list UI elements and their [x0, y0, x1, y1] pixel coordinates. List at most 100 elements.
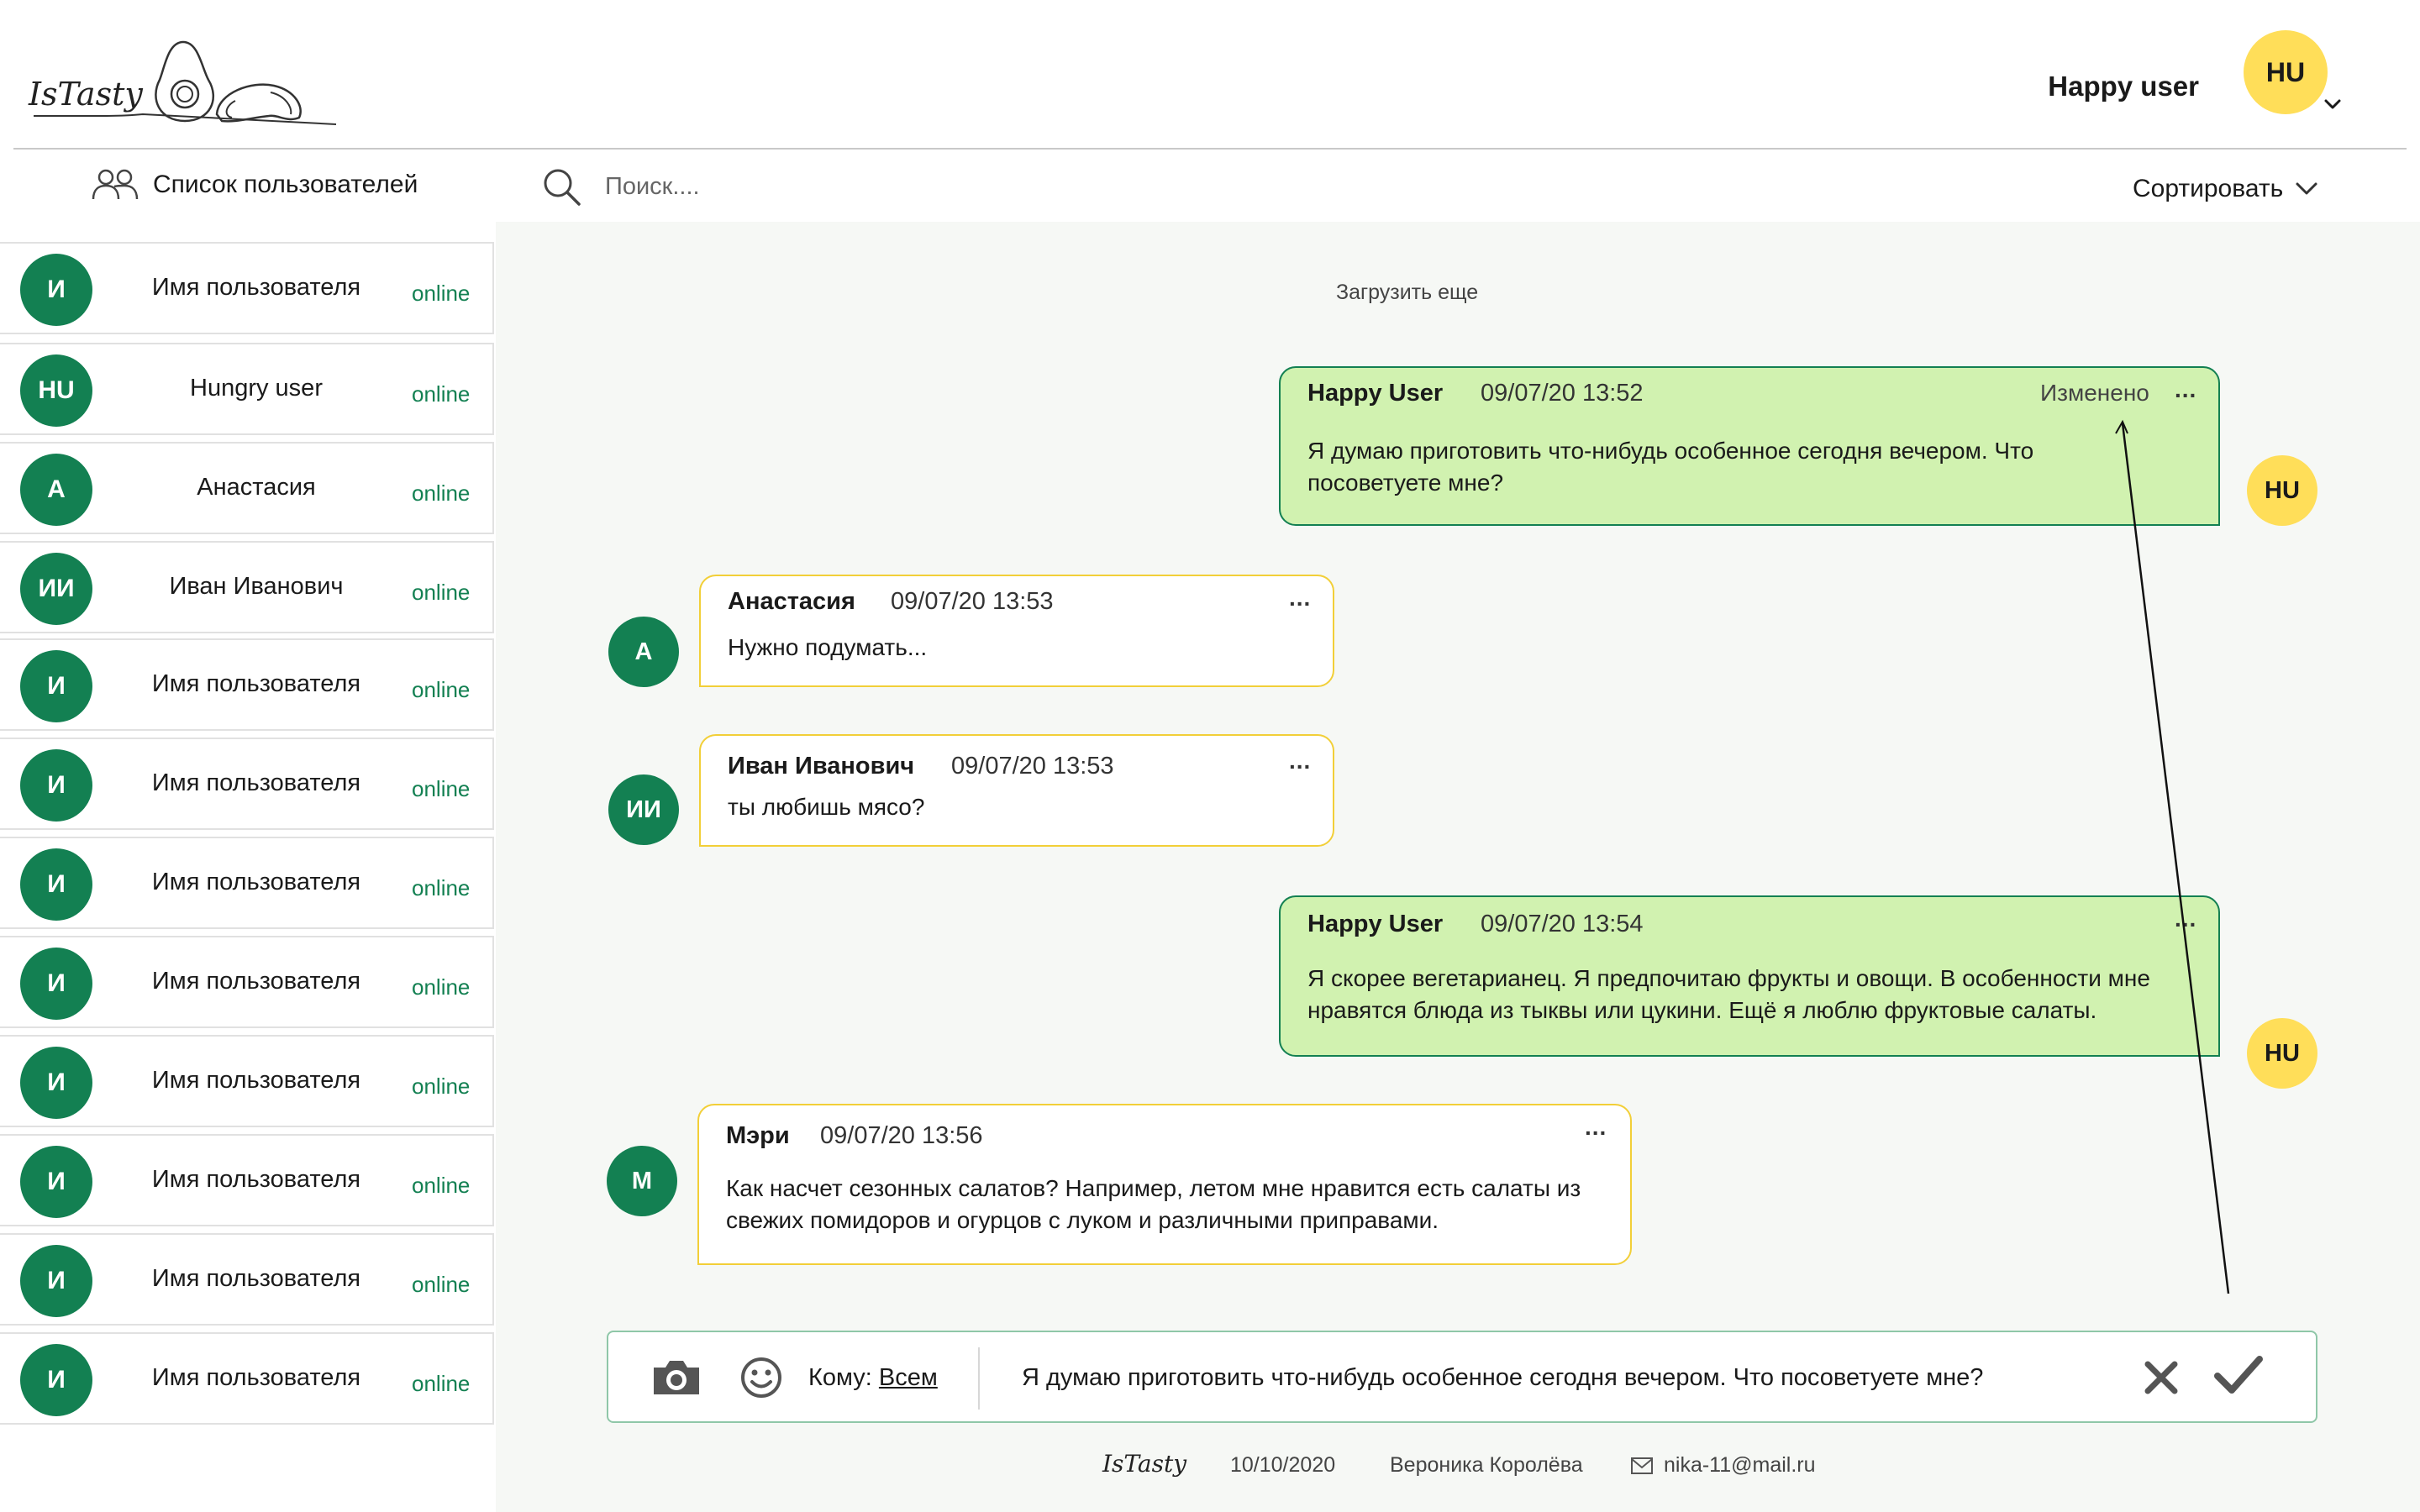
user-name: Имя пользователя	[151, 1265, 361, 1292]
mail-icon	[1631, 1457, 1653, 1474]
message-avatar: М	[607, 1146, 677, 1216]
current-user-avatar[interactable]: HU	[2244, 30, 2328, 114]
user-name: Имя пользователя	[151, 1364, 361, 1391]
footer-author: Вероника Королёва	[1390, 1453, 1583, 1477]
user-status: online	[412, 1074, 471, 1099]
logo[interactable]: IsTasty	[25, 34, 345, 134]
footer-email: nika-11@mail.ru	[1664, 1453, 1816, 1477]
user-list-item[interactable]: И Имя пользователя online	[0, 936, 494, 1028]
chevron-down-icon[interactable]	[2323, 94, 2343, 114]
user-avatar: ИИ	[20, 553, 92, 625]
user-name: Hungry user	[190, 375, 323, 402]
footer-email-link[interactable]: nika-11@mail.ru	[1630, 1453, 1816, 1478]
user-avatar: И	[20, 1146, 92, 1218]
user-list-item[interactable]: И Имя пользователя online	[0, 638, 494, 731]
check-icon[interactable]	[2213, 1352, 2264, 1398]
message-composer: Кому: Всем Я думаю приготовить что-нибуд…	[607, 1331, 2317, 1423]
user-status: online	[412, 1173, 471, 1198]
user-status: online	[412, 381, 471, 407]
user-list-item[interactable]: А Анастасия online	[0, 442, 494, 534]
user-name: Имя пользователя	[151, 1067, 361, 1094]
message-menu-button[interactable]: ...	[2175, 376, 2196, 403]
user-avatar: И	[20, 1245, 92, 1317]
user-list-item[interactable]: И Имя пользователя online	[0, 1035, 494, 1127]
user-status: online	[412, 677, 471, 702]
user-status: online	[412, 281, 471, 306]
user-list-item[interactable]: И Имя пользователя online	[0, 1233, 494, 1326]
user-avatar: А	[20, 454, 92, 526]
footer: IsTasty 10/10/2020 Вероника Королёва nik…	[0, 1441, 2420, 1495]
user-status: online	[412, 580, 471, 605]
message-input[interactable]: Я думаю приготовить что-нибудь особенное…	[1022, 1364, 1983, 1392]
user-name: Иван Иванович	[169, 573, 344, 600]
recipient-selector[interactable]: Кому: Всем	[808, 1364, 938, 1392]
user-name: Имя пользователя	[151, 769, 361, 796]
message-time: 09/07/20 13:52	[1481, 380, 1644, 407]
message-author: Иван Иванович	[728, 753, 915, 780]
camera-icon[interactable]	[650, 1357, 702, 1398]
footer-date: 10/10/2020	[1230, 1453, 1336, 1477]
search-icon[interactable]	[541, 166, 581, 207]
message-menu-button[interactable]: ...	[2175, 906, 2196, 932]
message-time: 09/07/20 13:54	[1481, 911, 1644, 937]
message-time: 09/07/20 13:56	[820, 1122, 983, 1149]
user-list: И Имя пользователя online HU Hungry user…	[0, 222, 496, 1512]
toolbar: Список пользователей Сортировать	[0, 150, 2420, 222]
user-list-item[interactable]: HU Hungry user online	[0, 343, 494, 435]
user-avatar: И	[20, 848, 92, 921]
message-menu-button[interactable]: ...	[1289, 585, 1311, 612]
user-list-item[interactable]: И Имя пользователя online	[0, 1134, 494, 1226]
recipient-value[interactable]: Всем	[879, 1364, 938, 1391]
user-list-item[interactable]: И Имя пользователя online	[0, 837, 494, 929]
message-text: Как насчет сезонных салатов? Например, л…	[726, 1175, 1581, 1233]
message-bubble[interactable]: Мэри 09/07/20 13:56 ... Как насчет сезон…	[697, 1104, 1632, 1265]
user-avatar: И	[20, 749, 92, 822]
close-icon[interactable]	[2143, 1359, 2180, 1396]
load-more-link[interactable]: Загрузить еще	[1336, 281, 1478, 305]
user-list-item[interactable]: И Имя пользователя online	[0, 242, 494, 334]
user-avatar: И	[20, 1047, 92, 1119]
user-avatar: HU	[20, 354, 92, 427]
search-input[interactable]	[605, 172, 941, 201]
user-avatar: И	[20, 1344, 92, 1416]
message-bubble-own[interactable]: Happy User 09/07/20 13:52 Изменено ... Я…	[1279, 366, 2220, 526]
composer-divider	[978, 1347, 980, 1410]
message-avatar: ИИ	[608, 774, 679, 845]
message-menu-button[interactable]: ...	[1289, 748, 1311, 774]
current-user-name[interactable]: Happy user	[2048, 71, 2199, 102]
user-status: online	[412, 480, 471, 506]
user-list-item[interactable]: ИИ Иван Иванович online	[0, 541, 494, 633]
user-list-item[interactable]: И Имя пользователя online	[0, 1332, 494, 1425]
message-avatar: А	[608, 617, 679, 687]
message-avatar: HU	[2247, 455, 2317, 526]
search	[541, 166, 941, 207]
user-avatar: И	[20, 650, 92, 722]
user-status: online	[412, 974, 471, 1000]
message-avatar: HU	[2247, 1018, 2317, 1089]
message-menu-button[interactable]: ...	[1585, 1114, 1607, 1141]
user-name: Имя пользователя	[151, 670, 361, 697]
user-status: online	[412, 1272, 471, 1297]
user-name: Имя пользователя	[151, 968, 361, 995]
message-bubble[interactable]: Анастасия 09/07/20 13:53 ... Нужно подум…	[699, 575, 1334, 687]
footer-logo: IsTasty	[1102, 1450, 1187, 1478]
user-list-item[interactable]: И Имя пользователя online	[0, 738, 494, 830]
message-text: Нужно подумать...	[728, 634, 928, 660]
message-author: Happy User	[1307, 911, 1444, 937]
logo-text: IsTasty	[29, 76, 143, 113]
user-avatar: И	[20, 254, 92, 326]
message-author: Мэри	[726, 1122, 790, 1149]
users-icon	[92, 169, 139, 200]
smile-icon[interactable]	[739, 1356, 783, 1399]
users-list-label: Список пользователей	[153, 171, 418, 198]
user-name: Анастасия	[197, 474, 316, 501]
message-author: Happy User	[1307, 380, 1444, 407]
sort-dropdown[interactable]: Сортировать	[2133, 175, 2318, 203]
message-bubble-own[interactable]: Happy User 09/07/20 13:54 ... Я скорее в…	[1279, 895, 2220, 1057]
users-list-button[interactable]: Список пользователей	[91, 168, 418, 202]
message-bubble[interactable]: Иван Иванович 09/07/20 13:53 ... ты люби…	[699, 734, 1334, 847]
chevron-down-icon	[2296, 182, 2317, 195]
user-status: online	[412, 1371, 471, 1396]
recipient-label: Кому:	[808, 1364, 872, 1391]
user-status: online	[412, 776, 471, 801]
